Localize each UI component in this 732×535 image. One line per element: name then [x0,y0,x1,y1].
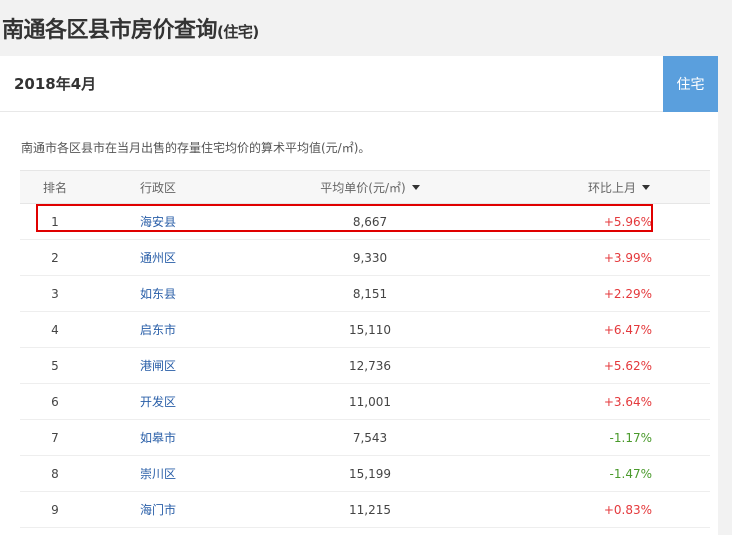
table-header-row: 排名 行政区 平均单价(元/㎡) 环比上月 [20,170,710,204]
table-row: 2 通州区 9,330 +3.99% [20,240,710,276]
row-change: +3.99% [603,250,652,265]
row-rank: 8 [51,466,59,481]
row-change: -1.47% [609,466,652,481]
row-district: 崇川区 [140,456,176,491]
row-rank: 5 [51,358,59,373]
page-title-main: 南通各区县市房价查询 [2,18,218,43]
row-change: +2.29% [603,286,652,301]
row-district: 通州区 [140,240,176,275]
row-price: 7,543 [352,430,388,445]
district-link[interactable]: 如皋市 [140,429,176,446]
row-price: 11,001 [349,394,391,409]
district-link[interactable]: 海安县 [140,213,176,230]
price-card: 2018年4月 住宅 南通市各区县市在当月出售的存量住宅均价的算术平均值(元/㎡… [0,56,718,535]
district-link[interactable]: 海门市 [140,501,176,518]
period-label: 2018年4月 [14,75,97,93]
district-link[interactable]: 通州区 [140,249,176,266]
header-price-label: 平均单价(元/㎡) [320,180,406,195]
header-change-sort[interactable]: 环比上月 [560,171,650,203]
row-district: 如东县 [140,276,176,311]
row-change: +0.83% [603,502,652,517]
table-row: 5 港闸区 12,736 +5.62% [20,348,710,384]
tab-residential[interactable]: 住宅 [663,56,718,112]
row-change: +6.47% [603,322,652,337]
page-title: 南通各区县市房价查询(住宅) [2,12,259,44]
table-row: 4 启东市 15,110 +6.47% [20,312,710,348]
table-row: 7 如皋市 7,543 -1.17% [20,420,710,456]
row-change: +5.96% [603,214,652,229]
district-link[interactable]: 开发区 [140,393,176,410]
price-table: 排名 行政区 平均单价(元/㎡) 环比上月 1 海安县 8,667 +5.96% 2 通州… [20,170,710,528]
page-title-suffix: (住宅) [217,23,259,41]
district-link[interactable]: 崇川区 [140,465,176,482]
table-description: 南通市各区县市在当月出售的存量住宅均价的算术平均值(元/㎡)。 [21,141,371,155]
row-change: +3.64% [603,394,652,409]
row-price: 12,736 [349,358,391,373]
row-rank: 9 [51,502,59,517]
row-rank: 7 [51,430,59,445]
row-price: 15,199 [349,466,391,481]
row-change: +5.62% [603,358,652,373]
table-row: 3 如东县 8,151 +2.29% [20,276,710,312]
row-price: 15,110 [349,322,391,337]
row-rank: 4 [51,322,59,337]
row-district: 如皋市 [140,420,176,455]
header-price-sort[interactable]: 平均单价(元/㎡) [280,171,460,203]
district-link[interactable]: 启东市 [140,321,176,338]
row-district: 海门市 [140,492,176,527]
row-district: 港闸区 [140,348,176,383]
row-price: 9,330 [352,250,388,265]
sort-down-icon [642,184,650,190]
header-rank: 排名 [42,180,67,195]
row-rank: 6 [51,394,59,409]
table-row: 8 崇川区 15,199 -1.47% [20,456,710,492]
row-rank: 1 [51,214,59,229]
row-district: 启东市 [140,312,176,347]
district-link[interactable]: 港闸区 [140,357,176,374]
row-district: 开发区 [140,384,176,419]
row-price: 8,151 [352,286,388,301]
row-district: 海安县 [140,204,176,239]
row-change: -1.17% [609,430,652,445]
sort-down-icon [411,184,420,190]
row-price: 11,215 [349,502,391,517]
table-row: 6 开发区 11,001 +3.64% [20,384,710,420]
table-body: 1 海安县 8,667 +5.96% 2 通州区 9,330 +3.99% 3 如东县 8,151 +… [20,204,710,528]
table-row: 1 海安县 8,667 +5.96% [20,204,710,240]
table-row: 9 海门市 11,215 +0.83% [20,492,710,528]
card-header: 2018年4月 住宅 [0,56,718,112]
district-link[interactable]: 如东县 [140,285,176,302]
row-rank: 3 [51,286,59,301]
row-rank: 2 [51,250,59,265]
header-change-label: 环比上月 [587,180,636,195]
header-district: 行政区 [140,180,177,195]
row-price: 8,667 [352,214,388,229]
